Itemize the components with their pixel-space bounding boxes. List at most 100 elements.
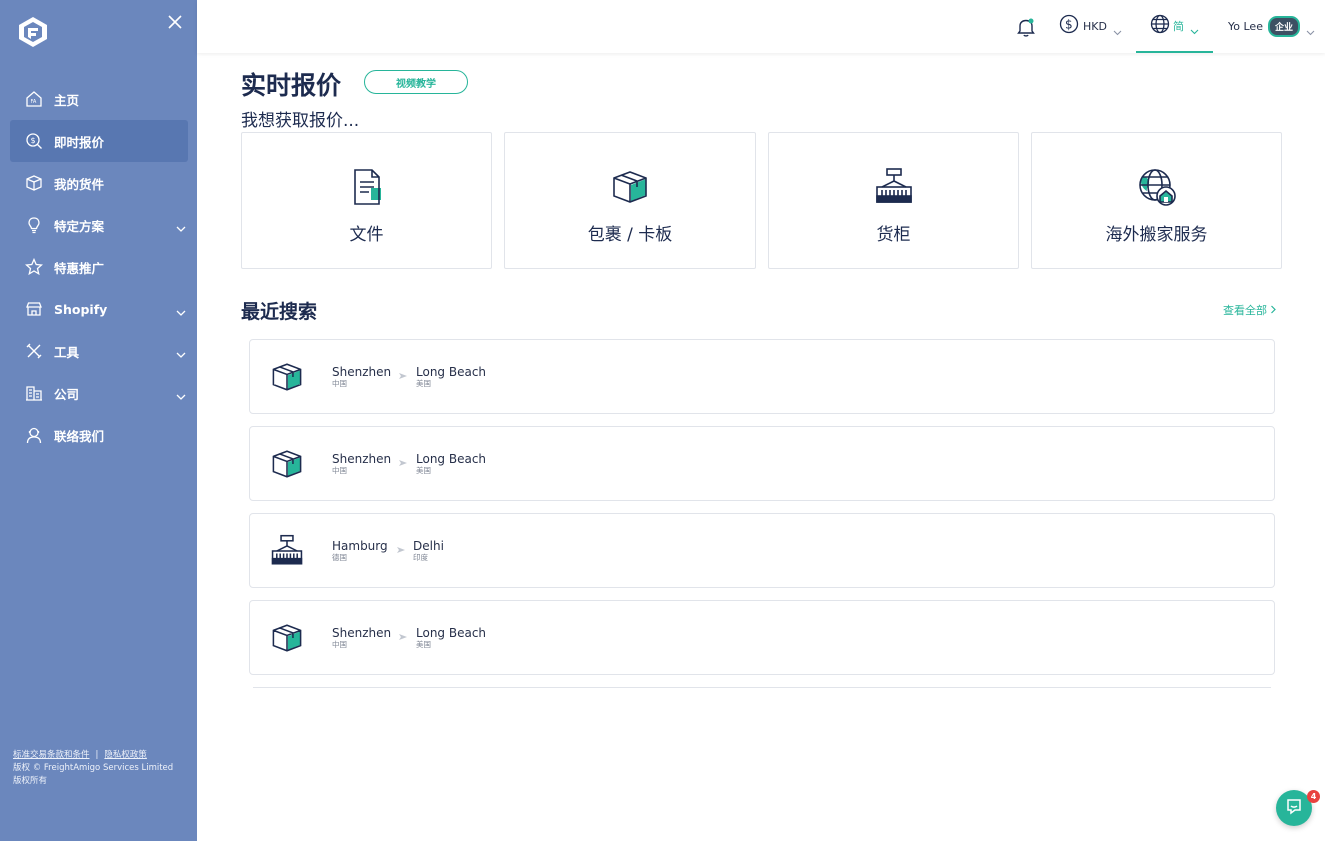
destination-city: Delhi [413,539,444,553]
card-label: 海外搬家服务 [1105,225,1208,245]
destination-city: Long Beach [416,452,487,466]
footer-separator: | [95,750,99,760]
sidebar-item-label: 工具 [54,344,80,360]
recent-search-row[interactable]: Shenzhen 中国 Long Beach 美国 [249,426,1275,501]
user-name: Yo Lee [1228,19,1263,33]
destination-country: 美国 [416,379,431,388]
chat-bubble-icon [1285,797,1303,819]
box-icon [24,173,44,193]
chevron-down-icon [176,303,186,316]
sidebar-item-promotions[interactable]: 特惠推广 [10,246,188,288]
sidebar-nav: FA 主页 $ 即时报价 我的货件 特定方案 特惠推广 Shopify 工具 公… [10,78,188,456]
destination-city: Long Beach [416,365,487,379]
chevron-right-icon [1270,304,1277,317]
destination-city: Long Beach [416,626,487,640]
card-label: 文件 [349,225,384,245]
privacy-link[interactable]: 隐私权政策 [104,750,147,760]
sidebar-item-label: 特定方案 [54,218,105,234]
destination-country: 美国 [416,640,431,649]
sidebar-item-label: 公司 [54,386,80,402]
quote-card-relocation[interactable]: 海外搬家服务 [1031,132,1282,269]
bulb-icon [24,215,44,235]
parcel-icon [270,447,304,481]
language-selector[interactable]: 简 [1136,0,1213,53]
origin: Shenzhen 中国 [332,366,391,389]
chevron-down-icon [1306,22,1315,35]
destination-country: 印度 [413,553,428,562]
account-type-badge: 企业 [1267,15,1300,37]
origin-country: 中国 [332,379,347,388]
container-icon [270,534,304,568]
sidebar-item-tools[interactable]: 工具 [10,330,188,372]
currency-selector[interactable]: $ HKD [1059,14,1122,37]
destination: Delhi 印度 [413,539,444,563]
view-all-label: 查看全部 [1223,304,1267,317]
star-icon [24,257,44,277]
arrow-right-icon [396,540,406,553]
destination: Long Beach 美国 [416,365,487,389]
quote-search-icon: $ [24,131,44,151]
recent-search-row[interactable]: Hamburg 德国 Delhi 印度 [249,513,1275,588]
destination: Long Beach 美国 [416,626,487,650]
sidebar-item-label: 即时报价 [54,134,105,150]
sidebar-item-label: 主页 [54,92,80,108]
origin: Shenzhen 中国 [332,452,392,476]
video-tutorial-button[interactable]: 视频教学 [364,70,468,94]
sidebar-item-instant-quote[interactable]: $ 即时报价 [10,120,188,162]
document-icon [347,167,387,207]
origin: Hamburg 德国 [332,539,388,563]
page-subtitle: 我想获取报价... [241,111,360,131]
arrow-right-icon [398,453,408,466]
sidebar-item-label: Shopify [54,301,108,317]
arrow-right-icon [398,627,408,640]
sidebar-item-label: 特惠推广 [54,260,105,276]
origin-city: Shenzhen [332,452,392,466]
bell-icon[interactable] [1015,16,1037,38]
logo-icon[interactable] [17,16,49,48]
quote-card-document[interactable]: 文件 [241,132,492,269]
card-label: 货柜 [876,225,911,245]
building-icon [24,383,44,403]
parcel-icon [270,621,304,655]
sidebar: FA 主页 $ 即时报价 我的货件 特定方案 特惠推广 Shopify 工具 公… [0,0,197,841]
sidebar-item-shopify[interactable]: Shopify [10,288,188,330]
parcel-icon [610,167,650,207]
chevron-down-icon [176,345,186,358]
parcel-icon [270,360,304,394]
recent-searches-title: 最近搜索 [241,301,318,323]
sidebar-item-label: 我的货件 [54,176,105,192]
globe-icon [1150,14,1170,38]
recent-search-row[interactable]: Shenzhen 中国 Long Beach 美国 [249,600,1275,675]
copyright-rights: 版权所有 [13,776,48,786]
user-menu[interactable]: Yo Lee 企业 [1228,15,1315,37]
list-divider [253,687,1271,688]
recent-search-row[interactable]: Shenzhen 中国 Long Beach 美国 [249,339,1275,414]
quote-card-container[interactable]: 货柜 [768,132,1019,269]
svg-text:FA: FA [31,99,37,105]
terms-link[interactable]: 标准交易条款和条件 [13,750,90,760]
chevron-down-icon [1113,22,1122,35]
sidebar-item-solutions[interactable]: 特定方案 [10,204,188,246]
origin-country: 德国 [332,553,347,562]
support-icon [24,425,44,445]
view-all-link[interactable]: 查看全部 [1223,302,1277,318]
origin-city: Hamburg [332,539,388,553]
destination: Long Beach 美国 [416,452,487,476]
chevron-down-icon [176,387,186,400]
destination-country: 美国 [416,466,431,475]
card-label: 包裹 / 卡板 [587,225,673,245]
chat-unread-badge: 4 [1307,790,1320,803]
copyright-text: 版权 © FreightAmigo Services Limited [13,763,174,773]
chevron-down-icon [1190,21,1199,35]
sidebar-item-home[interactable]: FA 主页 [10,78,188,120]
sidebar-item-company[interactable]: 公司 [10,372,188,414]
topbar: $ HKD 简 Yo Lee 企业 [197,0,1325,53]
sidebar-item-shipments[interactable]: 我的货件 [10,162,188,204]
tools-icon [24,341,44,361]
sidebar-item-contact[interactable]: 联络我们 [10,414,188,456]
close-icon[interactable] [166,13,184,31]
sidebar-item-label: 联络我们 [54,428,105,444]
page-title: 实时报价 [241,71,342,100]
currency-label: HKD [1083,19,1107,33]
quote-card-parcel[interactable]: 包裹 / 卡板 [504,132,756,269]
